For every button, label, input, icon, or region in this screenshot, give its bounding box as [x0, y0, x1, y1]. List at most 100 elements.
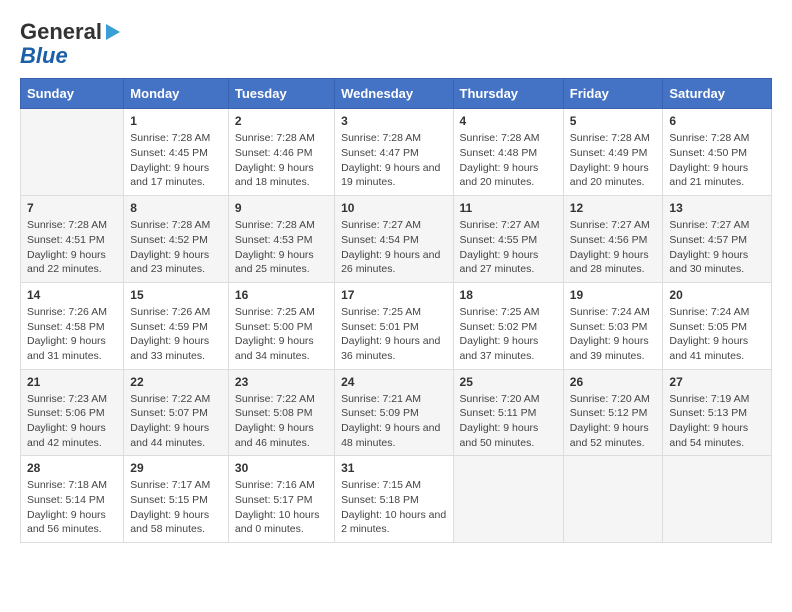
daylight-text: Daylight: 10 hours and 2 minutes. [341, 509, 446, 536]
sunrise-text: Sunrise: 7:15 AM [341, 479, 421, 491]
day-number: 1 [130, 114, 222, 128]
daylight-text: Daylight: 9 hours and 19 minutes. [341, 162, 440, 189]
sunrise-text: Sunrise: 7:28 AM [460, 132, 540, 144]
daylight-text: Daylight: 9 hours and 48 minutes. [341, 422, 440, 449]
sunrise-text: Sunrise: 7:25 AM [341, 306, 421, 318]
daylight-text: Daylight: 9 hours and 34 minutes. [235, 335, 314, 362]
weekday-header-tuesday: Tuesday [228, 79, 334, 109]
day-info: Sunrise: 7:27 AM Sunset: 4:56 PM Dayligh… [570, 218, 657, 277]
daylight-text: Daylight: 9 hours and 26 minutes. [341, 249, 440, 276]
daylight-text: Daylight: 9 hours and 56 minutes. [27, 509, 106, 536]
sunrise-text: Sunrise: 7:26 AM [27, 306, 107, 318]
calendar-cell: 22 Sunrise: 7:22 AM Sunset: 5:07 PM Dayl… [124, 369, 229, 456]
day-number: 12 [570, 201, 657, 215]
day-info: Sunrise: 7:25 AM Sunset: 5:01 PM Dayligh… [341, 305, 446, 364]
daylight-text: Daylight: 9 hours and 31 minutes. [27, 335, 106, 362]
logo-arrow-icon [106, 24, 120, 40]
sunset-text: Sunset: 4:56 PM [570, 234, 648, 246]
sunset-text: Sunset: 5:09 PM [341, 407, 419, 419]
sunset-text: Sunset: 5:00 PM [235, 321, 313, 333]
day-number: 19 [570, 288, 657, 302]
weekday-header-monday: Monday [124, 79, 229, 109]
sunset-text: Sunset: 5:13 PM [669, 407, 747, 419]
calendar-cell: 1 Sunrise: 7:28 AM Sunset: 4:45 PM Dayli… [124, 109, 229, 196]
day-number: 3 [341, 114, 446, 128]
day-number: 17 [341, 288, 446, 302]
calendar-cell: 12 Sunrise: 7:27 AM Sunset: 4:56 PM Dayl… [563, 196, 663, 283]
daylight-text: Daylight: 9 hours and 50 minutes. [460, 422, 539, 449]
sunset-text: Sunset: 4:51 PM [27, 234, 105, 246]
sunset-text: Sunset: 4:50 PM [669, 147, 747, 159]
sunrise-text: Sunrise: 7:27 AM [570, 219, 650, 231]
daylight-text: Daylight: 9 hours and 22 minutes. [27, 249, 106, 276]
calendar-cell: 30 Sunrise: 7:16 AM Sunset: 5:17 PM Dayl… [228, 456, 334, 543]
day-info: Sunrise: 7:28 AM Sunset: 4:51 PM Dayligh… [27, 218, 117, 277]
day-number: 28 [27, 461, 117, 475]
page-header: General Blue [20, 20, 772, 68]
sunrise-text: Sunrise: 7:28 AM [130, 219, 210, 231]
sunrise-text: Sunrise: 7:22 AM [235, 393, 315, 405]
day-number: 13 [669, 201, 765, 215]
sunset-text: Sunset: 4:55 PM [460, 234, 538, 246]
calendar-cell [453, 456, 563, 543]
day-info: Sunrise: 7:27 AM Sunset: 4:54 PM Dayligh… [341, 218, 446, 277]
day-number: 11 [460, 201, 557, 215]
day-number: 15 [130, 288, 222, 302]
day-info: Sunrise: 7:26 AM Sunset: 4:58 PM Dayligh… [27, 305, 117, 364]
day-info: Sunrise: 7:26 AM Sunset: 4:59 PM Dayligh… [130, 305, 222, 364]
day-number: 26 [570, 375, 657, 389]
sunset-text: Sunset: 4:49 PM [570, 147, 648, 159]
day-number: 21 [27, 375, 117, 389]
day-info: Sunrise: 7:18 AM Sunset: 5:14 PM Dayligh… [27, 478, 117, 537]
daylight-text: Daylight: 9 hours and 30 minutes. [669, 249, 748, 276]
calendar-cell: 31 Sunrise: 7:15 AM Sunset: 5:18 PM Dayl… [335, 456, 453, 543]
calendar-cell: 25 Sunrise: 7:20 AM Sunset: 5:11 PM Dayl… [453, 369, 563, 456]
sunset-text: Sunset: 5:03 PM [570, 321, 648, 333]
day-info: Sunrise: 7:28 AM Sunset: 4:52 PM Dayligh… [130, 218, 222, 277]
sunrise-text: Sunrise: 7:24 AM [669, 306, 749, 318]
day-number: 9 [235, 201, 328, 215]
logo-blue: Blue [20, 44, 68, 68]
sunset-text: Sunset: 4:52 PM [130, 234, 208, 246]
day-number: 31 [341, 461, 446, 475]
sunrise-text: Sunrise: 7:23 AM [27, 393, 107, 405]
weekday-header-friday: Friday [563, 79, 663, 109]
day-number: 25 [460, 375, 557, 389]
sunset-text: Sunset: 4:46 PM [235, 147, 313, 159]
day-info: Sunrise: 7:19 AM Sunset: 5:13 PM Dayligh… [669, 392, 765, 451]
day-info: Sunrise: 7:28 AM Sunset: 4:45 PM Dayligh… [130, 131, 222, 190]
calendar-table: SundayMondayTuesdayWednesdayThursdayFrid… [20, 78, 772, 543]
day-info: Sunrise: 7:27 AM Sunset: 4:55 PM Dayligh… [460, 218, 557, 277]
day-number: 5 [570, 114, 657, 128]
sunrise-text: Sunrise: 7:27 AM [669, 219, 749, 231]
calendar-cell [563, 456, 663, 543]
day-info: Sunrise: 7:20 AM Sunset: 5:12 PM Dayligh… [570, 392, 657, 451]
weekday-header-wednesday: Wednesday [335, 79, 453, 109]
sunrise-text: Sunrise: 7:19 AM [669, 393, 749, 405]
sunset-text: Sunset: 5:01 PM [341, 321, 419, 333]
sunset-text: Sunset: 5:05 PM [669, 321, 747, 333]
logo: General Blue [20, 20, 120, 68]
calendar-cell: 17 Sunrise: 7:25 AM Sunset: 5:01 PM Dayl… [335, 282, 453, 369]
daylight-text: Daylight: 9 hours and 20 minutes. [570, 162, 649, 189]
sunrise-text: Sunrise: 7:28 AM [669, 132, 749, 144]
calendar-cell: 15 Sunrise: 7:26 AM Sunset: 4:59 PM Dayl… [124, 282, 229, 369]
daylight-text: Daylight: 9 hours and 17 minutes. [130, 162, 209, 189]
day-info: Sunrise: 7:28 AM Sunset: 4:53 PM Dayligh… [235, 218, 328, 277]
sunrise-text: Sunrise: 7:16 AM [235, 479, 315, 491]
daylight-text: Daylight: 9 hours and 20 minutes. [460, 162, 539, 189]
sunrise-text: Sunrise: 7:28 AM [130, 132, 210, 144]
daylight-text: Daylight: 9 hours and 25 minutes. [235, 249, 314, 276]
calendar-cell: 10 Sunrise: 7:27 AM Sunset: 4:54 PM Dayl… [335, 196, 453, 283]
calendar-cell: 21 Sunrise: 7:23 AM Sunset: 5:06 PM Dayl… [21, 369, 124, 456]
week-row-3: 14 Sunrise: 7:26 AM Sunset: 4:58 PM Dayl… [21, 282, 772, 369]
calendar-cell: 27 Sunrise: 7:19 AM Sunset: 5:13 PM Dayl… [663, 369, 772, 456]
daylight-text: Daylight: 10 hours and 0 minutes. [235, 509, 320, 536]
daylight-text: Daylight: 9 hours and 37 minutes. [460, 335, 539, 362]
day-number: 8 [130, 201, 222, 215]
sunrise-text: Sunrise: 7:26 AM [130, 306, 210, 318]
sunrise-text: Sunrise: 7:22 AM [130, 393, 210, 405]
sunrise-text: Sunrise: 7:28 AM [341, 132, 421, 144]
sunrise-text: Sunrise: 7:25 AM [235, 306, 315, 318]
calendar-cell: 5 Sunrise: 7:28 AM Sunset: 4:49 PM Dayli… [563, 109, 663, 196]
